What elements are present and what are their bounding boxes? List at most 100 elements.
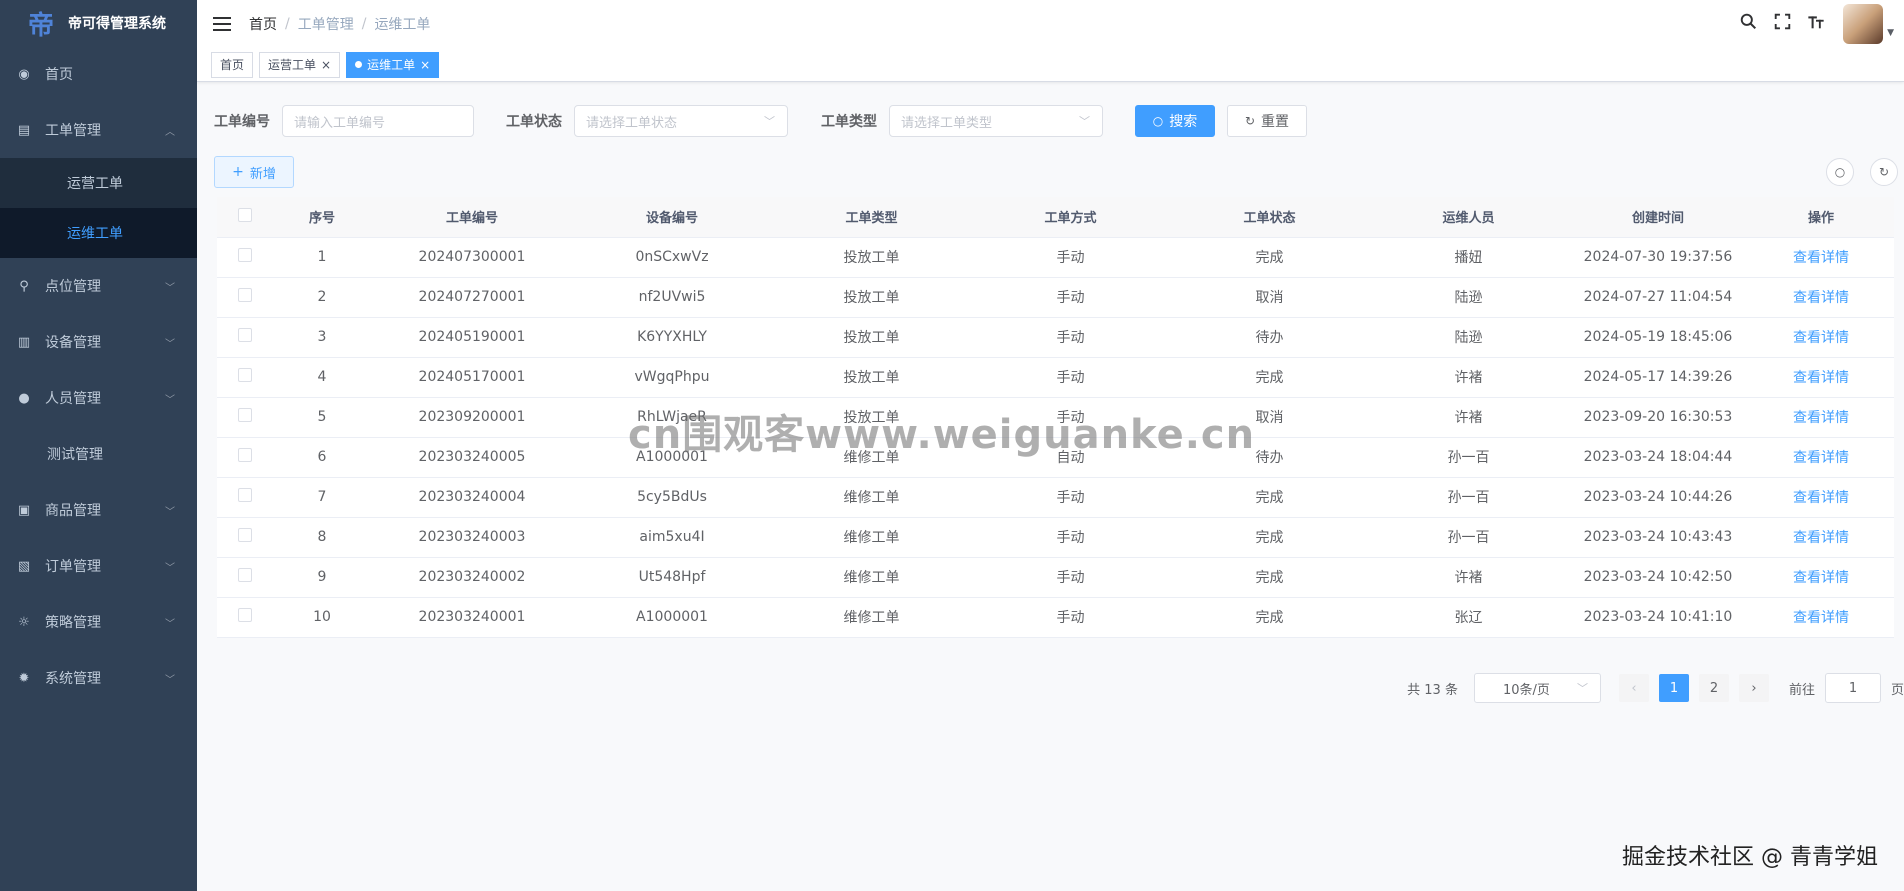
row-select-cell[interactable]: [217, 357, 272, 398]
sidebar-item-system[interactable]: ✹ 系统管理 ﹀: [0, 650, 197, 706]
next-page-button[interactable]: ›: [1738, 674, 1769, 702]
refresh-table-button[interactable]: ↻: [1870, 158, 1898, 186]
row-select-cell[interactable]: [217, 397, 272, 438]
chevron-down-icon: ﹀: [165, 282, 175, 294]
breadcrumb-item-workorder[interactable]: 工单管理: [298, 14, 354, 34]
cell-row-index: 1: [272, 237, 372, 278]
hamburger-icon[interactable]: [213, 17, 231, 31]
row-select-cell[interactable]: [217, 597, 272, 638]
status-label: 工单状态: [506, 114, 562, 130]
caret-down-icon[interactable]: ▼: [1887, 28, 1894, 38]
page-button-2[interactable]: 2: [1698, 674, 1729, 702]
cell-task-code: 202303240002: [372, 557, 572, 598]
sidebar-item-strategy[interactable]: ☼ 策略管理 ﹀: [0, 594, 197, 650]
sidebar-item-workorder[interactable]: ▤ 工单管理 ︿: [0, 102, 197, 158]
row-checkbox[interactable]: [237, 528, 252, 542]
tag-label: 运营工单: [268, 57, 317, 72]
sidebar-item-people[interactable]: ● 人员管理 ﹀: [0, 370, 197, 426]
row-checkbox[interactable]: [237, 568, 252, 582]
chevron-down-icon: ﹀: [764, 115, 775, 128]
chevron-down-icon: ﹀: [165, 338, 175, 350]
view-detail-link[interactable]: 查看详情: [1793, 410, 1849, 426]
cell-row-index: 4: [272, 357, 372, 398]
type-select[interactable]: 请选择工单类型 ﹀: [889, 105, 1103, 137]
sidebar-item-label: 测试管理: [47, 447, 103, 463]
close-icon[interactable]: ×: [321, 53, 331, 77]
cell-create-type: 手动: [971, 277, 1170, 318]
font-size-icon[interactable]: [1799, 13, 1833, 35]
sidebar-item-goods[interactable]: ▣ 商品管理 ﹀: [0, 482, 197, 538]
column-header: 工单状态: [1170, 197, 1369, 238]
row-checkbox[interactable]: [237, 368, 252, 382]
app-logo[interactable]: 帝 帝可得管理系统: [0, 0, 197, 46]
cell-task-status: 完成: [1170, 237, 1369, 278]
column-header: 工单方式: [971, 197, 1170, 238]
row-checkbox[interactable]: [237, 488, 252, 502]
view-detail-link[interactable]: 查看详情: [1793, 570, 1849, 586]
cell-action: 查看详情: [1748, 277, 1894, 318]
sidebar-item-location[interactable]: ⚲ 点位管理 ﹀: [0, 258, 197, 314]
row-select-cell[interactable]: [217, 557, 272, 598]
select-all-checkbox[interactable]: [237, 207, 252, 222]
row-select-cell[interactable]: [217, 477, 272, 518]
view-detail-link[interactable]: 查看详情: [1793, 250, 1849, 266]
row-select-cell[interactable]: [217, 517, 272, 558]
fullscreen-icon[interactable]: [1765, 13, 1799, 35]
view-detail-link[interactable]: 查看详情: [1793, 530, 1849, 546]
row-checkbox[interactable]: [237, 288, 252, 302]
view-detail-link[interactable]: 查看详情: [1793, 610, 1849, 626]
status-select[interactable]: 请选择工单状态 ﹀: [574, 105, 788, 137]
reset-button[interactable]: ↻ 重置: [1227, 105, 1307, 137]
task-code-input[interactable]: 请输入工单编号: [282, 105, 474, 137]
select-all-cell[interactable]: [217, 197, 272, 238]
page-size-select[interactable]: 10条/页 ﹀: [1473, 673, 1601, 703]
sidebar-item-device[interactable]: ▥ 设备管理 ﹀: [0, 314, 197, 370]
row-checkbox[interactable]: [237, 408, 252, 422]
view-detail-link[interactable]: 查看详情: [1793, 290, 1849, 306]
view-detail-link[interactable]: 查看详情: [1793, 490, 1849, 506]
cell-device-code: K6YYXHLY: [572, 317, 772, 358]
add-button-label: 新增: [249, 166, 276, 182]
sidebar-item-test[interactable]: 测试管理: [0, 426, 197, 482]
search-form: 工单编号 请输入工单编号 工单状态 请选择工单状态 ﹀ 工单类型 请选择工单类型…: [214, 103, 1884, 139]
cell-action: 查看详情: [1748, 477, 1894, 518]
breadcrumb: 首页 / 工单管理 / 运维工单: [249, 14, 430, 34]
row-select-cell[interactable]: [217, 237, 272, 278]
row-select-cell[interactable]: [217, 437, 272, 478]
row-checkbox[interactable]: [237, 448, 252, 462]
view-detail-link[interactable]: 查看详情: [1793, 370, 1849, 386]
prev-page-button[interactable]: ‹: [1618, 674, 1649, 702]
page-button-1[interactable]: 1: [1658, 674, 1689, 702]
row-select-cell[interactable]: [217, 277, 272, 318]
add-button[interactable]: + 新增: [214, 156, 294, 188]
page-size-value: 10条/页: [1502, 682, 1550, 698]
chevron-down-icon: ﹀: [165, 674, 175, 686]
dashboard-icon: ◉: [18, 66, 30, 82]
goto-page-input[interactable]: 1: [1824, 673, 1881, 703]
tag-operation-order[interactable]: 运营工单 ×: [259, 51, 341, 78]
footer-watermark: 掘金技术社区 @ 青青学姐: [1622, 845, 1878, 870]
tag-maintenance-order[interactable]: 运维工单 ×: [346, 51, 440, 78]
reset-button-label: 重置: [1261, 114, 1290, 130]
sidebar-item-order[interactable]: ▧ 订单管理 ﹀: [0, 538, 197, 594]
close-icon[interactable]: ×: [420, 53, 430, 77]
tag-home[interactable]: 首页: [211, 51, 254, 78]
breadcrumb-item-home[interactable]: 首页: [249, 14, 277, 34]
row-checkbox[interactable]: [237, 608, 252, 622]
task-code-label: 工单编号: [214, 114, 270, 130]
search-button[interactable]: ○ 搜索: [1135, 105, 1215, 137]
sidebar-subitem-maintenance-order[interactable]: 运维工单: [0, 208, 197, 258]
view-detail-link[interactable]: 查看详情: [1793, 450, 1849, 466]
toggle-search-button[interactable]: ○: [1826, 158, 1854, 186]
avatar[interactable]: [1843, 4, 1884, 44]
pagination-total: 共 13 条: [1407, 682, 1458, 698]
search-button-label: 搜索: [1169, 114, 1198, 130]
search-icon[interactable]: [1731, 13, 1765, 35]
row-checkbox[interactable]: [237, 328, 252, 342]
sidebar-subitem-operation-order[interactable]: 运营工单: [0, 158, 197, 208]
goto-prefix: 前往: [1788, 682, 1815, 698]
sidebar-item-home[interactable]: ◉ 首页: [0, 46, 197, 102]
row-checkbox[interactable]: [237, 248, 252, 262]
row-select-cell[interactable]: [217, 317, 272, 358]
view-detail-link[interactable]: 查看详情: [1793, 330, 1849, 346]
